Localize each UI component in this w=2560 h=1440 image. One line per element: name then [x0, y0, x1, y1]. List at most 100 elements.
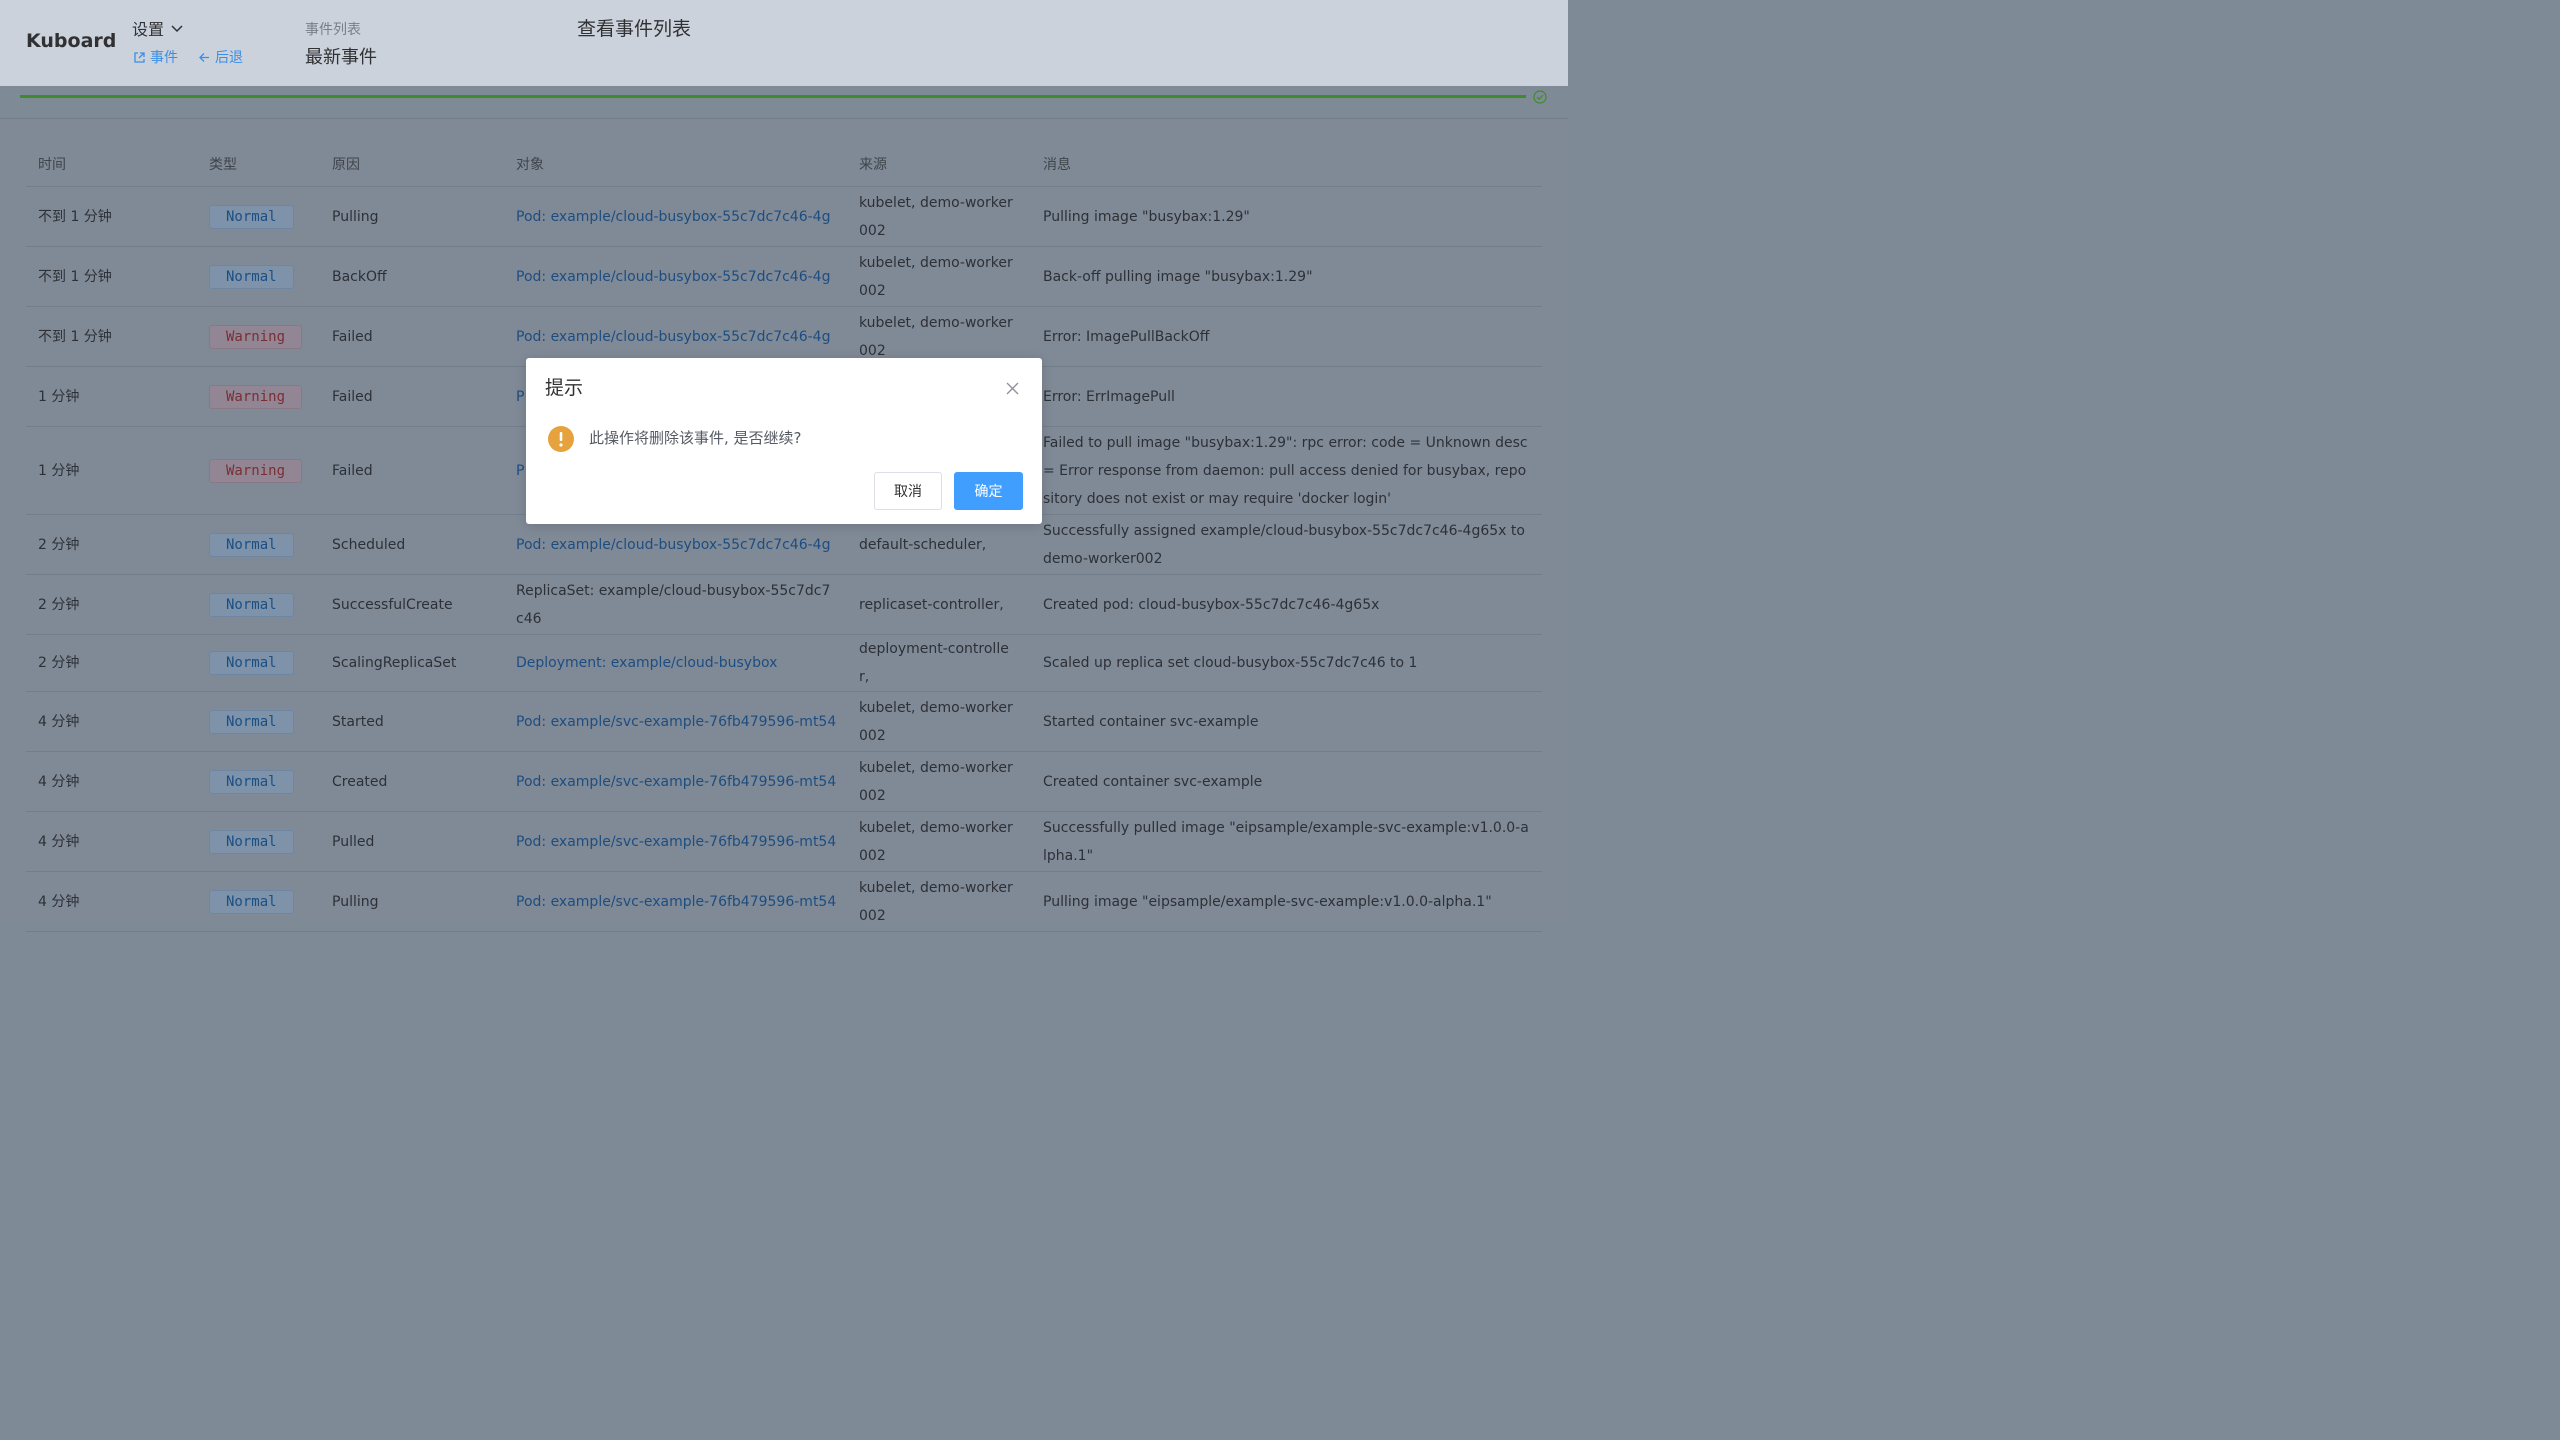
cell-message-text: Failed to pull image "busybax:1.29": rpc… — [1043, 434, 1528, 507]
success-check-icon — [1533, 90, 1547, 104]
cell-source: replicaset-controller, — [847, 574, 1031, 635]
cell-object-text[interactable]: Pod: example/svc-example-76fb479596-mt54 — [516, 714, 836, 730]
cell-source-text: kubelet, demo-worker002 — [859, 254, 1013, 299]
cell-time-text: 2 分钟 — [38, 596, 80, 613]
cell-type: Normal — [197, 186, 320, 247]
kuboard-logo[interactable]: Kuboard — [26, 30, 116, 52]
cancel-button[interactable]: 取消 — [874, 472, 942, 510]
table-row: 不到 1 分钟 Normal BackOff Pod: example/cloud-b… — [26, 246, 1542, 307]
cell-reason-text: Pulling — [332, 208, 379, 225]
cell-type: Normal — [197, 691, 320, 752]
cell-object[interactable]: Deployment: example/cloud-busybox — [504, 634, 847, 692]
type-badge: Normal — [209, 709, 294, 734]
cell-reason: Failed — [320, 426, 504, 515]
table-row: 4 分钟 Normal Started Pod: example/svc-exampl… — [26, 691, 1542, 752]
cell-time: 不到 1 分钟 — [26, 306, 197, 367]
cell-time: 1 分钟 — [26, 426, 197, 515]
cell-object[interactable]: Pod: example/svc-example-76fb479596-mt54 — [504, 751, 847, 812]
cell-object-text[interactable]: Pod: example/cloud-busybox-55c7dc7c46-4g — [516, 537, 830, 553]
cell-time-text: 不到 1 分钟 — [38, 328, 112, 345]
cell-time: 1 分钟 — [26, 366, 197, 427]
cell-message: Failed to pull image "busybax:1.29": rpc… — [1031, 426, 1542, 515]
cell-type: Normal — [197, 871, 320, 932]
cell-source-text: kubelet, demo-worker002 — [859, 819, 1013, 864]
cell-message-text: Successfully pulled image "eipsample/exa… — [1043, 819, 1529, 864]
table-row: 2 分钟 Normal ScalingReplicaSet Deployment: e… — [26, 634, 1542, 692]
cell-object[interactable]: Pod: example/svc-example-76fb479596-mt54 — [504, 691, 847, 752]
events-page: Kuboard 设置 事件 后退 事件列表 最新事件 查看事件列表 时间 类型 — [0, 0, 1568, 932]
type-badge: Normal — [209, 204, 294, 229]
cell-object[interactable]: Pod: example/cloud-busybox-55c7dc7c46-4g — [504, 186, 847, 247]
cell-object-text[interactable]: Deployment: example/cloud-busybox — [516, 655, 777, 671]
cell-source-text: kubelet, demo-worker002 — [859, 194, 1013, 239]
col-object-header: 对象 — [504, 142, 847, 187]
col-source-header: 来源 — [847, 142, 1031, 187]
cell-time-text: 4 分钟 — [38, 773, 80, 790]
warning-icon — [548, 426, 574, 452]
cell-message: Pulling image "busybax:1.29" — [1031, 186, 1542, 247]
col-reason-header: 原因 — [320, 142, 504, 187]
cell-message-text: Created container svc-example — [1043, 773, 1263, 790]
settings-dropdown[interactable]: 设置 — [132, 16, 184, 40]
cell-object-text[interactable]: P — [516, 389, 524, 405]
cell-reason: SuccessfulCreate — [320, 574, 504, 635]
cell-reason: Pulling — [320, 871, 504, 932]
cell-source-text: default-scheduler, — [859, 536, 987, 553]
cell-object[interactable]: Pod: example/cloud-busybox-55c7dc7c46-4g — [504, 246, 847, 307]
cell-object[interactable]: Pod: example/svc-example-76fb479596-mt54 — [504, 871, 847, 932]
cell-object-text[interactable]: Pod: example/cloud-busybox-55c7dc7c46-4g — [516, 329, 830, 345]
cell-reason: Scheduled — [320, 514, 504, 575]
cell-object-text[interactable]: Pod: example/svc-example-76fb479596-mt54 — [516, 834, 836, 850]
cell-reason-text: Failed — [332, 388, 373, 405]
cell-reason-text: Scheduled — [332, 536, 406, 553]
cell-object-text[interactable]: Pod: example/svc-example-76fb479596-mt54 — [516, 774, 836, 790]
arrow-left-icon — [199, 52, 209, 62]
cell-object[interactable]: Pod: example/svc-example-76fb479596-mt54 — [504, 811, 847, 872]
cell-object-text[interactable]: Pod: example/cloud-busybox-55c7dc7c46-4g — [516, 269, 830, 285]
back-link-label: 后退 — [215, 50, 243, 66]
cell-object-text[interactable]: P — [516, 463, 524, 479]
cell-time: 不到 1 分钟 — [26, 186, 197, 247]
cell-reason-text: Pulled — [332, 833, 375, 850]
cell-time-text: 1 分钟 — [38, 388, 80, 405]
cell-time-text: 4 分钟 — [38, 713, 80, 730]
cell-time: 4 分钟 — [26, 751, 197, 812]
cell-source: kubelet, demo-worker002 — [847, 691, 1031, 752]
confirm-button[interactable]: 确定 — [954, 472, 1023, 510]
cell-reason-text: Started — [332, 713, 384, 730]
cell-message: Successfully pulled image "eipsample/exa… — [1031, 811, 1542, 872]
cell-message-text: Successfully assigned example/cloud-busy… — [1043, 522, 1525, 567]
table-row: 4 分钟 Normal Created Pod: example/svc-exampl… — [26, 751, 1542, 812]
cell-type: Normal — [197, 634, 320, 692]
col-time-header: 时间 — [26, 142, 197, 187]
settings-label: 设置 — [132, 20, 165, 39]
top-header: Kuboard 设置 事件 后退 事件列表 最新事件 查看事件列表 — [0, 0, 1568, 86]
close-icon[interactable] — [1004, 380, 1021, 397]
cell-source-text: deployment-controller, — [859, 641, 1009, 685]
breadcrumb-current: 最新事件 — [305, 47, 377, 68]
events-link[interactable]: 事件 — [133, 47, 178, 67]
type-badge: Normal — [209, 769, 294, 794]
cell-reason: Failed — [320, 306, 504, 367]
cell-object-text[interactable]: Pod: example/svc-example-76fb479596-mt54 — [516, 894, 836, 910]
progress-bar — [20, 95, 1526, 98]
type-badge: Normal — [209, 592, 294, 617]
cell-time-text: 4 分钟 — [38, 893, 80, 910]
cell-object-text[interactable]: Pod: example/cloud-busybox-55c7dc7c46-4g — [516, 209, 830, 225]
cell-reason: ScalingReplicaSet — [320, 634, 504, 692]
type-badge: Normal — [209, 651, 294, 675]
page-title: 查看事件列表 — [577, 18, 692, 40]
cell-type: Normal — [197, 574, 320, 635]
cell-message: Created container svc-example — [1031, 751, 1542, 812]
cell-message-text: Scaled up replica set cloud-busybox-55c7… — [1043, 655, 1418, 671]
cell-message: Error: ErrImagePull — [1031, 366, 1542, 427]
table-row: 不到 1 分钟 Normal Pulling Pod: example/cloud-b… — [26, 186, 1542, 247]
cell-message-text: Back-off pulling image "busybax:1.29" — [1043, 268, 1313, 285]
breadcrumb-parent[interactable]: 事件列表 — [305, 19, 361, 39]
progress-fill — [20, 95, 1526, 98]
table-row: 4 分钟 Normal Pulled Pod: example/svc-example… — [26, 811, 1542, 872]
back-link[interactable]: 后退 — [198, 47, 243, 67]
cell-source-text: kubelet, demo-worker002 — [859, 699, 1013, 744]
cell-message-text: Pulling image "eipsample/example-svc-exa… — [1043, 893, 1492, 910]
cell-type: Normal — [197, 751, 320, 812]
